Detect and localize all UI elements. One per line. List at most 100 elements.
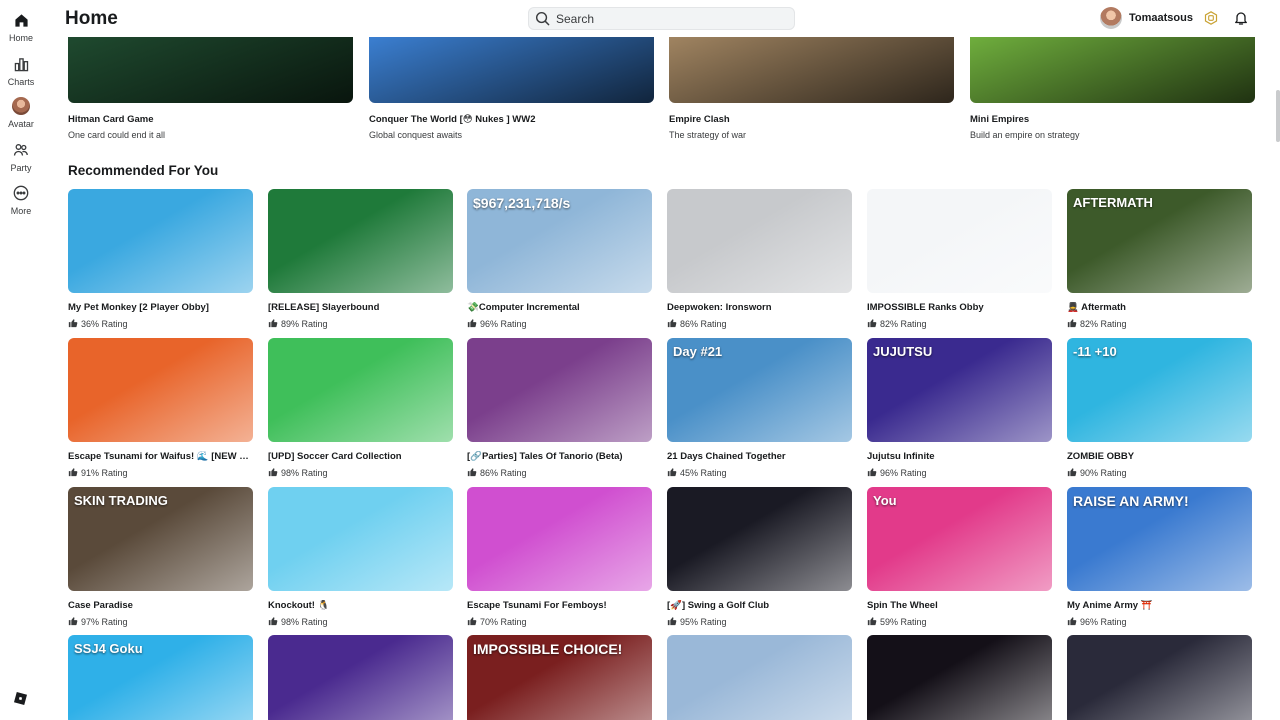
roblox-logo-icon[interactable]: [14, 692, 27, 705]
game-subtitle: Build an empire on strategy: [970, 130, 1080, 140]
thumbs-up-icon: [268, 467, 281, 479]
game-title: Deepwoken: Ironsworn: [667, 302, 772, 313]
game-thumbnail: $967,231,718/s: [467, 189, 652, 293]
game-rating: 36% Rating: [68, 318, 253, 330]
game-card[interactable]: Mini Empires Build an empire on strategy: [970, 37, 1255, 140]
top-bar: Home Search Tomaatsous: [42, 0, 1280, 37]
robux-icon[interactable]: [1204, 11, 1218, 25]
game-card[interactable]: [867, 635, 1052, 720]
avatar-icon: [12, 97, 30, 115]
game-card[interactable]: AFTERMATH 💂 Aftermath 82% Rating: [1067, 189, 1252, 330]
game-rating: 96% Rating: [867, 467, 1052, 479]
game-card[interactable]: Day #21 21 Days Chained Together 45% Ratin…: [667, 338, 852, 479]
home-icon: [12, 11, 30, 29]
game-card[interactable]: Deepwoken: Ironsworn 86% Rating: [667, 189, 852, 330]
rating-text: 96% Rating: [480, 319, 527, 329]
rating-text: 86% Rating: [680, 319, 727, 329]
game-thumbnail: RAISE AN ARMY!: [1067, 487, 1252, 591]
game-title: My Anime Army ⛩️: [1067, 600, 1153, 611]
sidebar-item-label: Charts: [7, 77, 35, 87]
game-title: Spin The Wheel: [867, 600, 938, 611]
game-thumbnail: [68, 338, 253, 442]
game-card[interactable]: Hitman Card Game One card could end it al…: [68, 37, 353, 140]
game-card[interactable]: IMPOSSIBLE CHOICE!: [467, 635, 652, 720]
game-title: Mini Empires: [970, 114, 1030, 125]
game-subtitle: The strategy of war: [669, 130, 747, 140]
game-card[interactable]: RAISE AN ARMY! My Anime Army ⛩️ 96% Rating: [1067, 487, 1252, 628]
sidebar-item-home[interactable]: Home: [0, 11, 42, 43]
game-thumbnail: [369, 37, 654, 103]
user-profile-button[interactable]: Tomaatsous: [1100, 7, 1193, 29]
game-card[interactable]: SKIN TRADING Case Paradise 97% Rating: [68, 487, 253, 628]
thumbs-up-icon: [268, 318, 281, 330]
game-thumbnail: [467, 487, 652, 591]
rating-text: 82% Rating: [1080, 319, 1127, 329]
thumbnail-text: SSJ4 Goku: [74, 641, 143, 656]
game-rating: 59% Rating: [867, 616, 1052, 628]
sidebar-item-more[interactable]: More: [0, 184, 42, 216]
sidebar-item-avatar[interactable]: Avatar: [0, 97, 42, 129]
game-card[interactable]: My Pet Monkey [2 Player Obby] 36% Rating: [68, 189, 253, 330]
thumbs-up-icon: [1067, 467, 1080, 479]
game-rating: 96% Rating: [1067, 616, 1252, 628]
game-card[interactable]: Knockout! 🐧 98% Rating: [268, 487, 453, 628]
game-thumbnail: You: [867, 487, 1052, 591]
game-card[interactable]: SSJ4 Goku: [68, 635, 253, 720]
game-card[interactable]: Escape Tsunami For Femboys! 70% Rating: [467, 487, 652, 628]
sidebar-item-label: Party: [10, 163, 32, 173]
thumbs-up-icon: [68, 467, 81, 479]
game-thumbnail: AFTERMATH: [1067, 189, 1252, 293]
game-title: 💂 Aftermath: [1067, 302, 1126, 313]
game-card[interactable]: JUJUTSU Jujutsu Infinite 96% Rating: [867, 338, 1052, 479]
sidebar-item-charts[interactable]: Charts: [0, 55, 42, 87]
game-card[interactable]: [268, 635, 453, 720]
game-card[interactable]: [🚀] Swing a Golf Club 95% Rating: [667, 487, 852, 628]
rating-text: 98% Rating: [281, 468, 328, 478]
thumbs-up-icon: [867, 616, 880, 628]
game-rating: 95% Rating: [667, 616, 852, 628]
game-card[interactable]: Conquer The World [😳 Nukes ] WW2 Global c…: [369, 37, 654, 140]
game-card[interactable]: [🔗Parties] Tales Of Tanorio (Beta) 86% Ra…: [467, 338, 652, 479]
game-card[interactable]: Escape Tsunami for Waifus! 🌊 [NEW R... 91…: [68, 338, 253, 479]
thumbs-up-icon: [68, 318, 81, 330]
game-rating: 70% Rating: [467, 616, 652, 628]
thumbnail-text: RAISE AN ARMY!: [1073, 493, 1189, 509]
game-thumbnail: [268, 338, 453, 442]
game-card[interactable]: [UPD] Soccer Card Collection 98% Rating: [268, 338, 453, 479]
scrollbar[interactable]: [1276, 90, 1280, 142]
game-title: Escape Tsunami For Femboys!: [467, 600, 607, 611]
notifications-bell-icon[interactable]: [1233, 10, 1249, 26]
game-rating: 86% Rating: [467, 467, 652, 479]
game-thumbnail: [1067, 635, 1252, 720]
game-thumbnail: [467, 338, 652, 442]
rating-text: 36% Rating: [81, 319, 128, 329]
thumbnail-text: SKIN TRADING: [74, 493, 168, 508]
game-card[interactable]: [RELEASE] Slayerbound 89% Rating: [268, 189, 453, 330]
avatar: [1100, 7, 1122, 29]
thumbs-up-icon: [1067, 616, 1080, 628]
thumbs-up-icon: [1067, 318, 1080, 330]
game-card[interactable]: $967,231,718/s 💸Computer Incremental 96% R…: [467, 189, 652, 330]
game-title: Knockout! 🐧: [268, 600, 330, 611]
game-thumbnail: [268, 635, 453, 720]
game-rating: 97% Rating: [68, 616, 253, 628]
game-thumbnail: [867, 189, 1052, 293]
game-thumbnail: JUJUTSU: [867, 338, 1052, 442]
rating-text: 59% Rating: [880, 617, 927, 627]
game-card[interactable]: [1067, 635, 1252, 720]
game-card[interactable]: IMPOSSIBLE Ranks Obby 82% Rating: [867, 189, 1052, 330]
thumbs-up-icon: [867, 318, 880, 330]
sidebar-item-party[interactable]: Party: [0, 141, 42, 173]
game-card[interactable]: You Spin The Wheel 59% Rating: [867, 487, 1052, 628]
game-rating: 86% Rating: [667, 318, 852, 330]
game-rating: 45% Rating: [667, 467, 852, 479]
search-input[interactable]: Search: [528, 7, 795, 30]
game-title: Case Paradise: [68, 600, 133, 611]
game-thumbnail: -11 +10: [1067, 338, 1252, 442]
game-card[interactable]: [667, 635, 852, 720]
thumbs-up-icon: [268, 616, 281, 628]
game-thumbnail: [667, 635, 852, 720]
game-card[interactable]: -11 +10 ZOMBIE OBBY 90% Rating: [1067, 338, 1252, 479]
game-thumbnail: [667, 487, 852, 591]
game-card[interactable]: Empire Clash The strategy of war: [669, 37, 954, 140]
